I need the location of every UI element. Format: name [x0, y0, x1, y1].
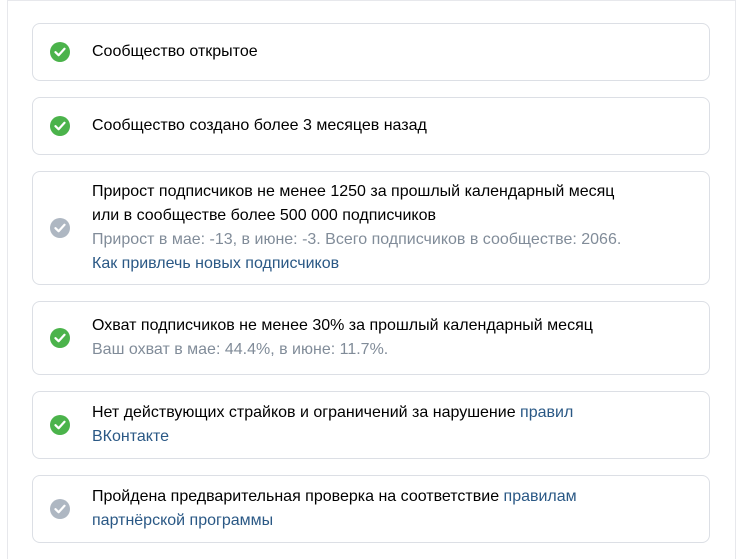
partner-program-rules-link-continued[interactable]: партнёрской программы — [92, 512, 273, 529]
vk-rules-link-continued[interactable]: ВКонтакте — [92, 428, 169, 445]
requirement-note: Ваш охват в мае: 44.4%, в июне: 11.7%. — [92, 341, 389, 358]
frame-border-top — [8, 0, 736, 1]
vk-rules-link[interactable]: правил — [520, 404, 573, 421]
requirement-card-subscriber-growth: Прирост подписчиков не менее 1250 за про… — [32, 171, 710, 285]
requirement-title-prefix: Нет действующих страйков и ограничений з… — [92, 404, 521, 421]
requirement-note: Прирост в мае: -13, в июне: -3. Всего по… — [92, 231, 622, 248]
requirement-title: Сообщество создано более 3 месяцев назад — [92, 117, 427, 134]
check-circle-icon — [50, 116, 70, 136]
requirement-title: Пройдена предварительная проверка на соо… — [92, 485, 693, 509]
partner-program-rules-link[interactable]: правилам — [504, 488, 577, 505]
requirement-title-prefix: Пройдена предварительная проверка на соо… — [92, 488, 504, 505]
requirement-title-line2: или в сообществе более 500 000 подписчик… — [92, 207, 437, 224]
check-circle-icon — [50, 499, 70, 519]
requirement-card-no-strikes: Нет действующих страйков и ограничений з… — [32, 391, 710, 459]
requirement-title: Сообщество открытое — [92, 43, 258, 60]
requirement-text: Сообщество создано более 3 месяцев назад — [92, 114, 693, 138]
requirement-text: Сообщество открытое — [92, 40, 693, 64]
check-circle-icon — [50, 42, 70, 62]
check-circle-icon — [50, 328, 70, 348]
requirement-card-community-age: Сообщество создано более 3 месяцев назад — [32, 97, 710, 155]
check-circle-icon — [50, 218, 70, 238]
requirements-list: Сообщество открытое Сообщество создано б… — [32, 23, 710, 559]
requirement-title-line1: Прирост подписчиков не менее 1250 за про… — [92, 183, 615, 200]
frame-border-left — [7, 0, 8, 559]
check-circle-icon — [50, 415, 70, 435]
how-to-attract-subscribers-link[interactable]: Как привлечь новых подписчиков — [92, 255, 339, 272]
requirement-card-preliminary-check: Пройдена предварительная проверка на соо… — [32, 475, 710, 543]
requirement-text: Пройдена предварительная проверка на соо… — [92, 485, 693, 533]
requirement-text: Прирост подписчиков не менее 1250 за про… — [92, 180, 693, 276]
requirement-card-reach: Охват подписчиков не менее 30% за прошлы… — [32, 301, 710, 375]
requirement-text: Нет действующих страйков и ограничений з… — [92, 401, 693, 449]
requirement-title: Охват подписчиков не менее 30% за прошлы… — [92, 317, 593, 334]
requirement-card-open-community: Сообщество открытое — [32, 23, 710, 81]
requirement-text: Охват подписчиков не менее 30% за прошлы… — [92, 314, 693, 362]
requirement-title: Нет действующих страйков и ограничений з… — [92, 401, 693, 425]
